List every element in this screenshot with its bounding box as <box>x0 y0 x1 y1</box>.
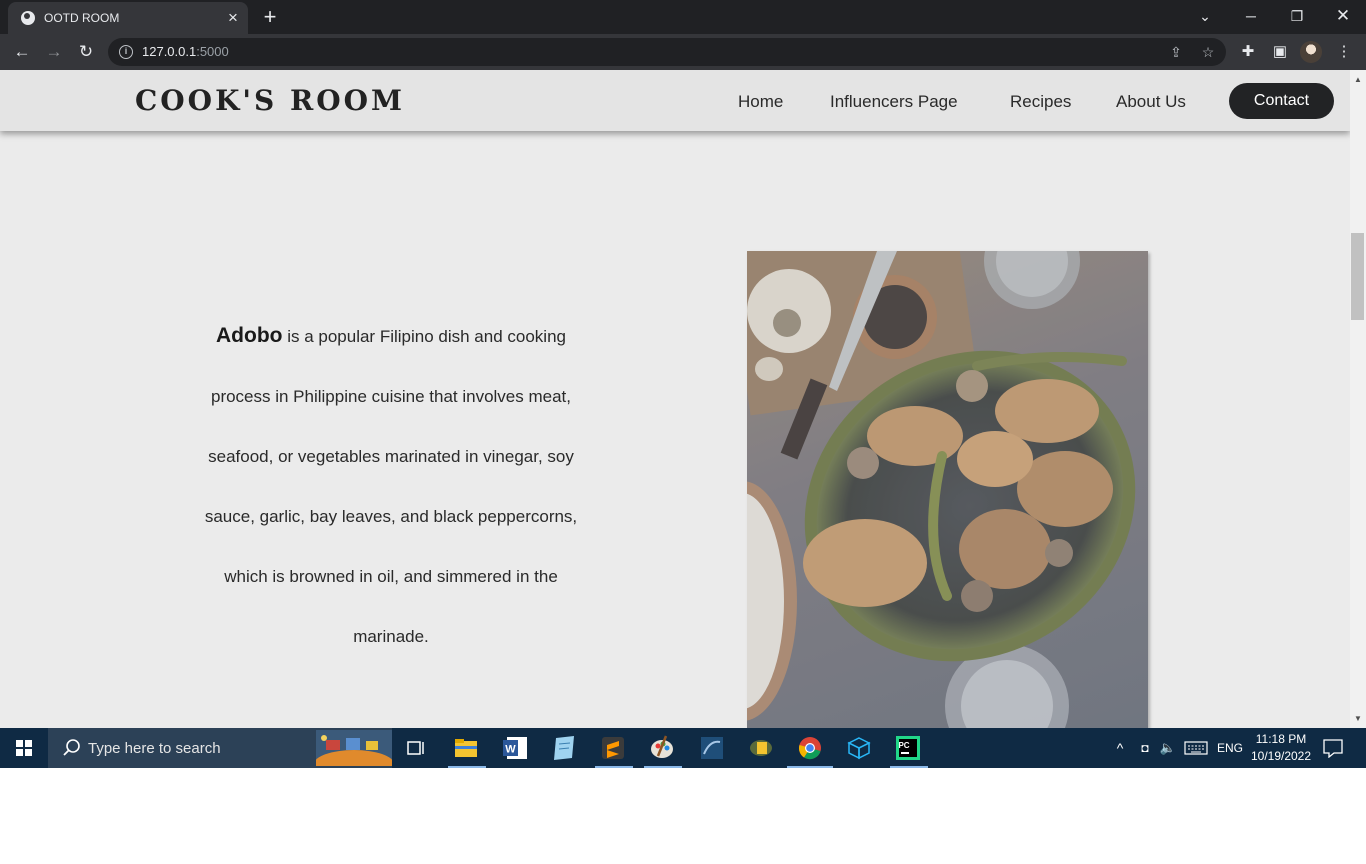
browser-toolbar: ← → ↻ i 127.0.0.1:5000 ⇪ ☆ ✚ ▣ ⋮ <box>0 34 1366 70</box>
browser-tab[interactable]: OOTD ROOM × <box>8 2 248 34</box>
paint-icon[interactable] <box>648 734 676 762</box>
extensions-icon[interactable]: ✚ <box>1238 42 1258 62</box>
nav-about-us[interactable]: About Us <box>1116 92 1186 112</box>
new-tab-button[interactable]: + <box>258 6 282 30</box>
3d-viewer-icon[interactable] <box>845 734 873 762</box>
meet-now-icon[interactable]: ◘ <box>1134 728 1156 768</box>
scroll-down-arrow-icon[interactable]: ▼ <box>1350 711 1366 727</box>
volume-icon[interactable]: 🔈 <box>1158 728 1178 768</box>
address-bar[interactable]: i 127.0.0.1:5000 ⇪ ☆ <box>108 38 1226 66</box>
windows-logo-icon <box>16 740 32 756</box>
contact-button[interactable]: Contact <box>1229 83 1334 119</box>
forward-button[interactable]: → <box>41 39 67 65</box>
chrome-icon[interactable] <box>796 734 824 762</box>
menu-icon[interactable]: ⋮ <box>1334 42 1354 62</box>
nav-home[interactable]: Home <box>738 92 783 112</box>
nav-recipes[interactable]: Recipes <box>1010 92 1071 112</box>
taskbar-clock[interactable]: 11:18 PM 10/19/2022 <box>1248 731 1314 765</box>
minimize-button[interactable]: ─ <box>1236 4 1266 28</box>
globe-icon <box>21 11 35 25</box>
paint-running-indicator <box>644 766 682 768</box>
page-scrollbar-track[interactable] <box>1350 70 1366 728</box>
pycharm-icon[interactable]: PC <box>894 734 922 762</box>
windows-taskbar: Type here to search W PC ^ ◘ 🔈 ENG 11:18… <box>0 728 1366 768</box>
dish-photo <box>747 251 1148 728</box>
scroll-up-arrow-icon[interactable]: ▲ <box>1350 72 1366 88</box>
word-icon[interactable]: W <box>501 734 529 762</box>
search-placeholder: Type here to search <box>88 740 221 757</box>
network-tool-icon[interactable] <box>747 734 775 762</box>
nav-influencers-page[interactable]: Influencers Page <box>830 92 958 112</box>
search-icon <box>63 739 80 756</box>
notepad-icon[interactable] <box>550 734 578 762</box>
search-highlight-illustration-icon <box>316 730 392 766</box>
task-view-icon[interactable] <box>402 734 430 762</box>
file-explorer-running-indicator <box>448 766 486 768</box>
reload-button[interactable]: ↻ <box>73 39 99 65</box>
notifications-icon[interactable] <box>1322 738 1344 758</box>
url-text: 127.0.0.1:5000 <box>142 44 229 59</box>
restore-button[interactable]: ❐ <box>1282 4 1312 28</box>
file-explorer-icon[interactable] <box>452 734 480 762</box>
browser-tab-strip: OOTD ROOM × + ⌄ ─ ❐ ✕ <box>0 0 1366 34</box>
tab-search-icon[interactable]: ⌄ <box>1190 4 1220 28</box>
dish-name: Adobo <box>216 324 283 347</box>
sublime-text-icon[interactable] <box>599 734 627 762</box>
keyboard-icon[interactable] <box>1184 740 1208 756</box>
close-window-button[interactable]: ✕ <box>1328 4 1358 28</box>
svg-text:PC: PC <box>898 741 909 750</box>
clock-time: 11:18 PM <box>1255 732 1307 746</box>
bookmark-star-icon[interactable]: ☆ <box>1198 42 1218 62</box>
tab-title: OOTD ROOM <box>44 11 120 25</box>
taskbar-search-box[interactable]: Type here to search <box>48 728 392 768</box>
input-language[interactable]: ENG <box>1214 728 1246 768</box>
clock-date: 10/19/2022 <box>1250 749 1312 763</box>
back-button[interactable]: ← <box>9 39 35 65</box>
site-logo[interactable]: COOK'S ROOM <box>135 84 405 117</box>
close-tab-icon[interactable]: × <box>223 8 243 28</box>
web-page: COOK'S ROOM Home Influencers Page Recipe… <box>0 70 1350 728</box>
pycharm-running-indicator <box>890 766 928 768</box>
mysql-workbench-icon[interactable] <box>698 734 726 762</box>
dish-description: Adobo is a popular Filipino dish and coo… <box>186 306 596 667</box>
sublime-running-indicator <box>595 766 633 768</box>
site-header: COOK'S ROOM Home Influencers Page Recipe… <box>0 70 1350 131</box>
screen: OOTD ROOM × + ⌄ ─ ❐ ✕ ← → ↻ i 127.0.0.1:… <box>0 0 1366 768</box>
description-text: is a popular Filipino dish and cooking p… <box>204 327 578 646</box>
page-scrollbar-thumb[interactable] <box>1351 233 1364 320</box>
info-icon[interactable]: i <box>119 45 133 59</box>
side-panel-icon[interactable]: ▣ <box>1270 42 1290 62</box>
adobo-dish-image <box>747 251 1148 728</box>
profile-avatar[interactable] <box>1300 41 1322 63</box>
share-icon[interactable]: ⇪ <box>1166 42 1186 62</box>
svg-text:W: W <box>505 744 516 756</box>
show-hidden-icons-icon[interactable]: ^ <box>1110 728 1130 768</box>
chrome-running-indicator <box>787 766 833 768</box>
windows-start-button[interactable] <box>0 728 48 768</box>
